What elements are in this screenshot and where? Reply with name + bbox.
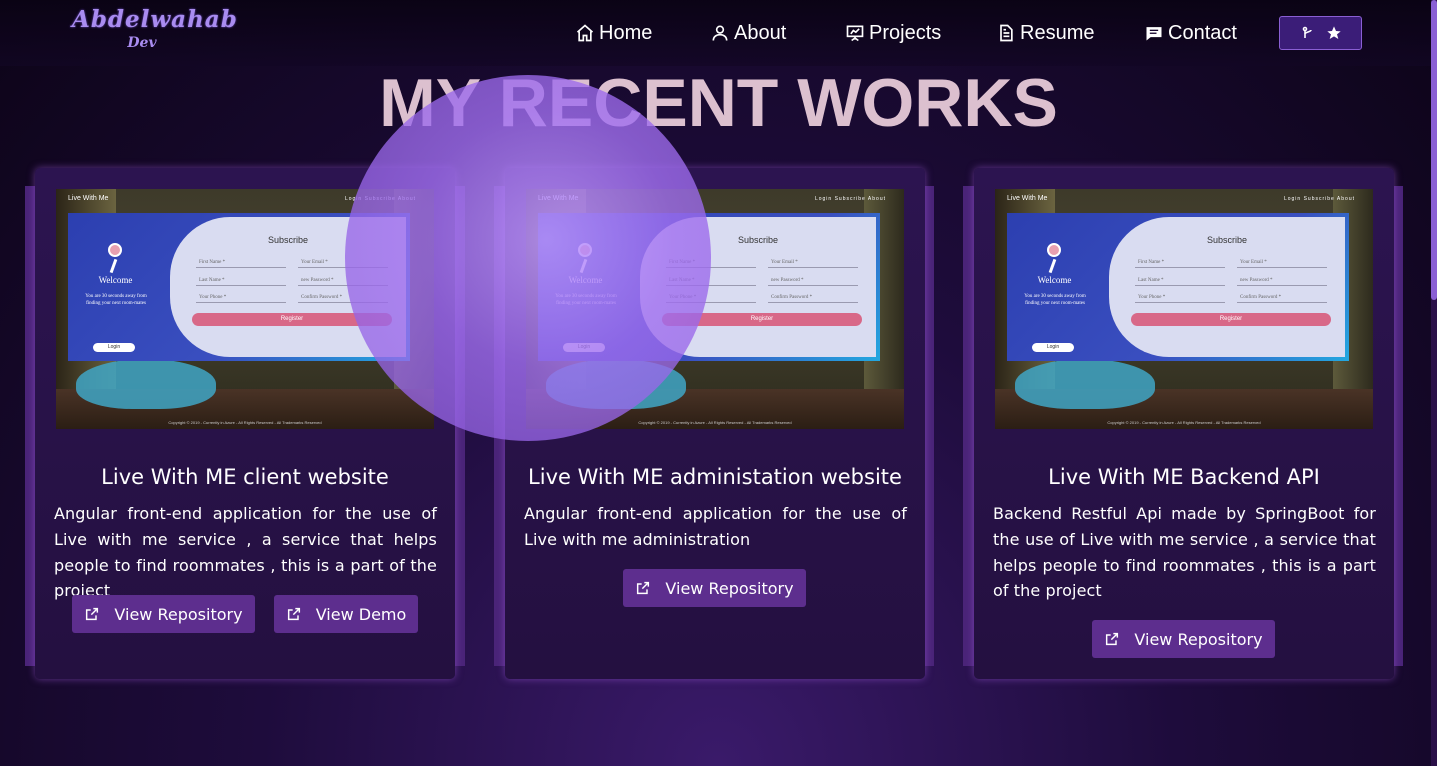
nav-projects-label: Projects <box>869 21 942 44</box>
thumb-register: Register <box>1131 313 1331 326</box>
view-repository-label: View Repository <box>1134 629 1263 649</box>
external-link-icon <box>1106 632 1119 646</box>
thumb-welcome-sub: You are 30 seconds away from finding you… <box>85 294 147 306</box>
thumb-field: new Password * <box>768 275 858 286</box>
thumb-login: Login <box>563 343 605 352</box>
thumb-field: First Name * <box>1135 257 1225 268</box>
view-repository-button[interactable]: View Repository <box>623 569 806 607</box>
nav-contact[interactable]: Contact <box>1144 19 1237 47</box>
project-title: Live With ME Backend API <box>1048 465 1320 489</box>
thumb-welcome: Welcome <box>1037 275 1072 285</box>
project-title: Live With ME client website <box>101 465 389 489</box>
thumb-login: Login <box>1032 343 1074 352</box>
navbar: Abdelwahab Dev Home About Projects Resum… <box>0 0 1437 66</box>
view-repository-label: View Repository <box>114 604 243 624</box>
thumb-field: Your Phone * <box>666 292 756 303</box>
thumb-welcome: Welcome <box>98 275 133 285</box>
thumb-app-name: Live With Me <box>538 195 579 202</box>
thumb-field: Last Name * <box>196 275 286 286</box>
thumb-field: Your Phone * <box>196 292 286 303</box>
thumb-welcome-sub: You are 30 seconds away from finding you… <box>555 294 617 306</box>
thumb-links: Login Subscribe About <box>344 196 416 202</box>
thumb-field: Your Email * <box>298 257 388 268</box>
thumb-links: Login Subscribe About <box>814 196 886 202</box>
thumb-field: Confirm Password * <box>768 292 858 303</box>
thumb-subscribe: Subscribe <box>1206 235 1248 245</box>
github-star-button[interactable] <box>1279 16 1362 50</box>
thumb-field: new Password * <box>1237 275 1327 286</box>
view-demo-label: View Demo <box>315 604 407 624</box>
git-fork-icon <box>1302 26 1312 38</box>
nav-resume[interactable]: Resume <box>996 19 1094 47</box>
microphone-icon <box>578 243 592 257</box>
thumb-login: Login <box>93 343 135 352</box>
nav-about[interactable]: About <box>710 19 786 47</box>
external-link-icon <box>637 581 650 595</box>
thumb-field: new Password * <box>298 275 388 286</box>
view-repository-label: View Repository <box>665 578 794 598</box>
thumb-app-name: Live With Me <box>68 195 109 202</box>
thumb-welcome-sub: You are 30 seconds away from finding you… <box>1024 294 1086 306</box>
project-thumbnail: Live With Me Login Subscribe About Welco… <box>995 189 1373 429</box>
project-description: Angular front-end application for the us… <box>54 504 437 601</box>
thumb-copyright: Copyright © 2019 - Currently in Azure - … <box>168 420 322 425</box>
thumb-field: Your Email * <box>1237 257 1327 268</box>
thumb-field: First Name * <box>196 257 286 268</box>
home-icon <box>576 24 594 42</box>
section-title: MY RECENT WORKS <box>379 65 1058 141</box>
project-card: Live With Me Login Subscribe About Welco… <box>505 168 925 679</box>
nav-resume-label: Resume <box>1020 21 1095 44</box>
thumb-app-name: Live With Me <box>1007 195 1048 202</box>
view-repository-button[interactable]: View Repository <box>72 595 255 633</box>
project-thumbnail: Live With Me Login Subscribe About Welco… <box>56 189 434 429</box>
thumb-field: Confirm Password * <box>298 292 388 303</box>
project-title: Live With ME administation website <box>528 465 902 489</box>
thumb-links: Login Subscribe About <box>1283 196 1355 202</box>
thumb-field: Confirm Password * <box>1237 292 1327 303</box>
thumb-register: Register <box>662 313 862 326</box>
microphone-icon <box>1047 243 1061 257</box>
project-description: Angular front-end application for the us… <box>524 504 907 549</box>
microphone-icon <box>108 243 122 257</box>
user-icon <box>712 25 728 41</box>
logo-sub: Dev <box>127 35 157 51</box>
logo-name: Abdelwahab <box>72 6 238 33</box>
thumb-welcome: Welcome <box>568 275 603 285</box>
view-repository-button[interactable]: View Repository <box>1092 620 1275 658</box>
thumb-field: First Name * <box>666 257 756 268</box>
logo[interactable]: Abdelwahab Dev <box>72 6 238 51</box>
nav-home-label: Home <box>599 21 653 44</box>
thumb-subscribe: Subscribe <box>737 235 779 245</box>
nav-home[interactable]: Home <box>575 19 652 47</box>
thumb-copyright: Copyright © 2019 - Currently in Azure - … <box>638 420 792 425</box>
thumb-copyright: Copyright © 2019 - Currently in Azure - … <box>1107 420 1261 425</box>
thumb-subscribe: Subscribe <box>267 235 309 245</box>
nav-contact-label: Contact <box>1168 21 1237 44</box>
external-link-icon <box>287 607 300 621</box>
thumb-field: Last Name * <box>666 275 756 286</box>
external-link-icon <box>86 607 99 621</box>
thumb-register: Register <box>192 313 392 326</box>
scrollbar-thumb[interactable] <box>1431 0 1437 300</box>
thumb-field: Last Name * <box>1135 275 1225 286</box>
message-icon <box>1146 27 1162 41</box>
thumb-field: Your Email * <box>768 257 858 268</box>
nav-projects[interactable]: Projects <box>845 19 941 47</box>
view-demo-button[interactable]: View Demo <box>274 595 418 633</box>
project-thumbnail: Live With Me Login Subscribe About Welco… <box>526 189 904 429</box>
thumb-field: Your Phone * <box>1135 292 1225 303</box>
star-icon <box>1326 26 1341 39</box>
project-description: Backend Restful Api made by SpringBoot f… <box>993 504 1376 601</box>
document-icon <box>1000 24 1013 42</box>
nav-about-label: About <box>734 21 787 44</box>
project-card: Live With Me Login Subscribe About Welco… <box>974 168 1394 679</box>
presentation-chart-icon <box>846 25 864 42</box>
project-card: Live With Me Login Subscribe About Welco… <box>35 168 455 679</box>
